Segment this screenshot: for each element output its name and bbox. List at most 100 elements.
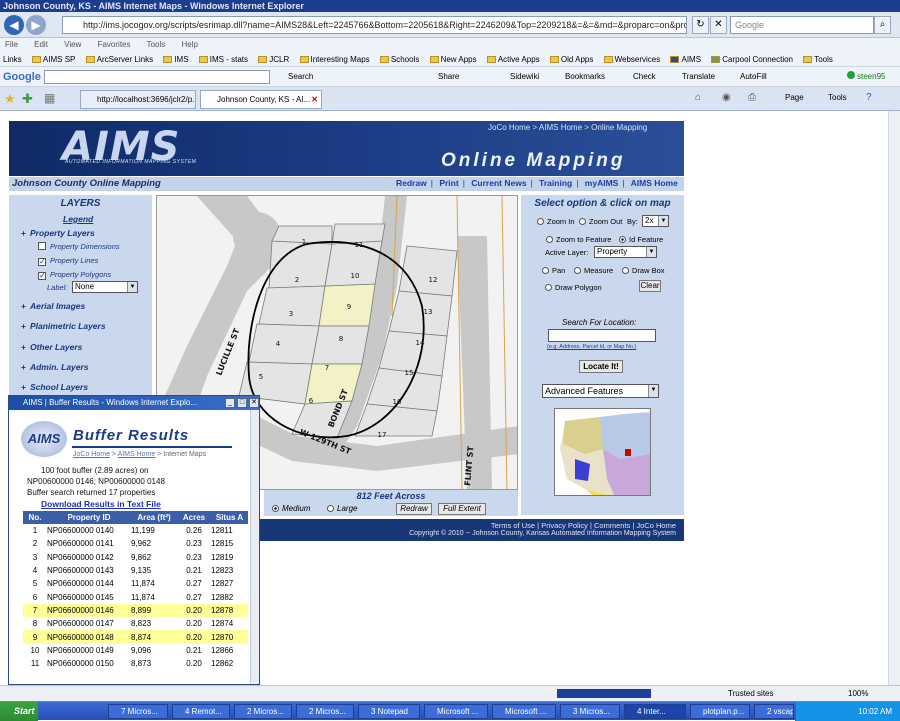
draw-polygon-radio[interactable]: [545, 284, 552, 291]
draw-box-radio[interactable]: [622, 267, 629, 274]
id-feature-radio[interactable]: [619, 236, 626, 243]
taskbar-item[interactable]: 3 Notepad: [358, 704, 420, 719]
link-item[interactable]: AIMS: [670, 55, 701, 64]
link-item[interactable]: AIMS SP: [31, 55, 75, 64]
planimetric-layers-toggle[interactable]: + Planimetric Layers: [21, 321, 106, 331]
tab-aims[interactable]: Johnson County, KS - AI... ✕: [200, 90, 322, 109]
draw-box-option[interactable]: Draw Box: [622, 266, 665, 275]
clear-button[interactable]: Clear: [639, 280, 661, 292]
start-button[interactable]: Start: [0, 702, 38, 721]
taskbar-item[interactable]: 2 Micros...: [234, 704, 292, 719]
help-icon[interactable]: ?: [866, 92, 872, 103]
table-row-highlighted[interactable]: 9 NP06600000 0148 8,874 0.20 12870: [23, 630, 248, 644]
zoom-in-radio[interactable]: [537, 218, 544, 225]
search-hint[interactable]: (e.g. Address, Parcel Id, or Map No.): [547, 344, 636, 350]
security-zone[interactable]: Trusted sites: [728, 686, 774, 701]
location-search-input[interactable]: [548, 329, 656, 342]
feeds-icon[interactable]: ◉: [722, 92, 731, 103]
page-menu[interactable]: Page: [785, 93, 804, 102]
tab-localhost[interactable]: http://localhost:3696/jclr2/p...: [80, 90, 196, 109]
close-tab-icon[interactable]: ✕: [311, 91, 318, 108]
menu-favorites[interactable]: Favorites: [98, 40, 131, 49]
close-icon[interactable]: ✕: [249, 398, 259, 408]
aerial-images-toggle[interactable]: + Aerial Images: [21, 301, 85, 311]
back-button[interactable]: ◀: [4, 15, 24, 35]
table-row[interactable]: 6 NP06600000 0145 11,874 0.27 12882: [23, 590, 248, 603]
current-news-link[interactable]: Current News: [471, 178, 526, 188]
col-no[interactable]: No.: [23, 511, 47, 524]
full-extent-button[interactable]: Full Extent: [438, 503, 486, 515]
zoom-in-option[interactable]: Zoom In: [537, 217, 575, 226]
link-item[interactable]: IMS: [163, 55, 189, 64]
property-polygons-checkbox[interactable]: ✓: [38, 272, 46, 280]
translate-button[interactable]: Translate: [682, 67, 715, 86]
property-lines-checkbox[interactable]: ✓: [38, 258, 46, 266]
zoom-feature-option[interactable]: Zoom to Feature: [546, 235, 611, 244]
taskbar-item[interactable]: 2 Micros...: [296, 704, 354, 719]
link-item[interactable]: Carpool Connection: [711, 55, 793, 64]
maximize-icon[interactable]: □: [237, 398, 247, 408]
zoom-feature-radio[interactable]: [546, 236, 553, 243]
check-button[interactable]: Check: [633, 67, 656, 86]
taskbar-item[interactable]: 4 Remot...: [172, 704, 230, 719]
menu-help[interactable]: Help: [182, 40, 198, 49]
home-icon[interactable]: ⌂: [695, 92, 701, 103]
col-acres[interactable]: Acres: [177, 511, 211, 524]
col-situs[interactable]: Situs A: [211, 511, 248, 524]
stop-button[interactable]: ✕: [710, 16, 727, 34]
joco-home-crumb[interactable]: JoCo Home: [73, 451, 110, 458]
table-row[interactable]: 1 NP06600000 0140 11,199 0.26 12811: [23, 524, 248, 537]
locate-button[interactable]: Locate It!: [579, 360, 623, 373]
taskbar-item[interactable]: Microsoft ...: [492, 704, 556, 719]
print-link[interactable]: Print: [439, 178, 458, 188]
banner-breadcrumb[interactable]: JoCo Home > AIMS Home > Online Mapping: [488, 123, 647, 132]
quick-tabs-icon[interactable]: ▦: [44, 91, 55, 105]
link-item[interactable]: Interesting Maps: [299, 55, 370, 64]
pan-radio[interactable]: [542, 267, 549, 274]
autofill-button[interactable]: AutoFill: [740, 67, 767, 86]
pan-option[interactable]: Pan: [542, 266, 565, 275]
address-bar[interactable]: http://ims.jocogov.org/scripts/esrimap.d…: [62, 16, 687, 34]
table-row[interactable]: 8 NP06600000 0147 8,823 0.20 12874: [23, 617, 248, 630]
taskbar-item[interactable]: 3 Micros...: [560, 704, 620, 719]
property-lines-option[interactable]: ✓ Property Lines: [38, 256, 98, 266]
overview-map[interactable]: [554, 408, 651, 496]
bookmarks-button[interactable]: Bookmarks: [565, 67, 605, 86]
link-item[interactable]: Old Apps: [549, 55, 593, 64]
col-area[interactable]: Area (ft²): [131, 511, 177, 524]
zoom-out-radio[interactable]: [579, 218, 586, 225]
page-scrollbar[interactable]: [888, 111, 900, 685]
link-item[interactable]: Tools: [803, 55, 833, 64]
property-dimensions-checkbox[interactable]: [38, 242, 46, 250]
sidewiki-button[interactable]: Sidewiki: [510, 67, 539, 86]
taskbar-item-active[interactable]: 4 Inter...: [624, 704, 686, 719]
popup-title-bar[interactable]: AIMS | Buffer Results - Windows Internet…: [9, 396, 259, 410]
myaims-link[interactable]: myAIMS: [585, 178, 619, 188]
favorites-star-icon[interactable]: ★: [4, 91, 16, 107]
redraw-button[interactable]: Redraw: [396, 503, 432, 515]
link-item[interactable]: Active Apps: [486, 55, 540, 64]
size-medium-radio[interactable]: [272, 505, 279, 512]
table-row[interactable]: 2 NP06600000 0141 9,962 0.23 12815: [23, 537, 248, 550]
terms-link[interactable]: Terms of Use: [491, 521, 535, 530]
label-select[interactable]: None ▼: [72, 281, 138, 293]
popup-scrollbar[interactable]: [250, 410, 259, 684]
col-property-id[interactable]: Property ID: [47, 511, 131, 524]
taskbar-item[interactable]: 7 Micros...: [108, 704, 168, 719]
link-item[interactable]: New Apps: [429, 55, 477, 64]
zoom-out-option[interactable]: Zoom Out: [579, 217, 622, 226]
refresh-button[interactable]: ↻: [692, 16, 709, 34]
joco-home-link[interactable]: JoCo Home: [636, 521, 676, 530]
size-large-radio[interactable]: [327, 505, 334, 512]
taskbar-item[interactable]: Microsoft ...: [424, 704, 488, 719]
taskbar-item[interactable]: 2 vscap: [754, 704, 794, 719]
add-favorites-icon[interactable]: ✚: [22, 91, 33, 107]
active-layer-select[interactable]: Property ▼: [594, 246, 657, 258]
size-medium-option[interactable]: Medium: [272, 504, 310, 513]
advanced-features-select[interactable]: Advanced Features ▼: [542, 384, 659, 398]
menu-edit[interactable]: Edit: [34, 40, 48, 49]
google-search-input[interactable]: [44, 70, 270, 84]
minimize-icon[interactable]: _: [225, 398, 235, 408]
training-link[interactable]: Training: [539, 178, 572, 188]
search-input[interactable]: Google: [730, 16, 874, 34]
